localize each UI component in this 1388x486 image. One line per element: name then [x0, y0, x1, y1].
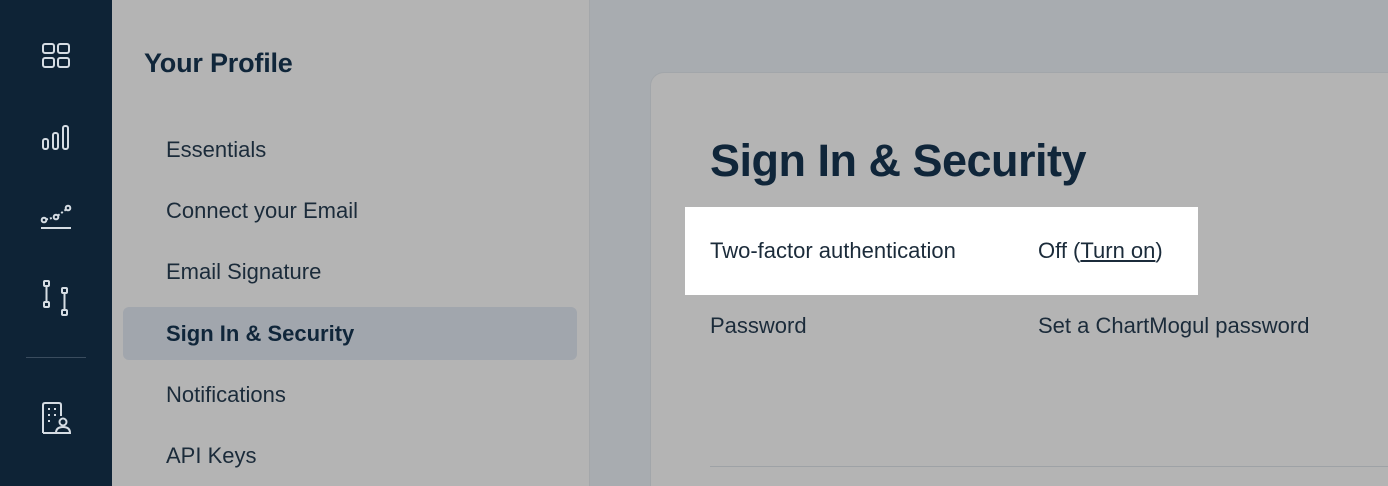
sidebar-item-api-keys[interactable]: API Keys: [123, 429, 577, 482]
two-factor-status-suffix: ): [1155, 238, 1163, 263]
icon-rail: [0, 0, 112, 486]
main-content: Sign In & Security Two-factor authentica…: [590, 0, 1388, 486]
profile-sidebar: Your Profile Essentials Connect your Ema…: [112, 0, 590, 486]
two-factor-label: Two-factor authentication: [710, 238, 956, 263]
dashboard-grid-icon[interactable]: [36, 36, 76, 76]
password-label: Password: [710, 313, 807, 338]
sidebar-item-notifications[interactable]: Notifications: [123, 368, 577, 421]
two-factor-status: Off (: [1038, 238, 1081, 263]
sidebar-title: Your Profile: [144, 48, 293, 78]
bar-chart-icon[interactable]: [36, 117, 76, 157]
line-trend-icon[interactable]: [36, 196, 76, 236]
sidebar-item-essentials[interactable]: Essentials: [123, 123, 577, 176]
set-password-link[interactable]: Set a ChartMogul password: [1038, 313, 1309, 339]
sidebar-item-email-signature[interactable]: Email Signature: [123, 245, 577, 298]
app-window: Your Profile Essentials Connect your Ema…: [0, 0, 1388, 486]
turn-on-2fa-link[interactable]: Turn on: [1080, 238, 1155, 263]
building-user-icon[interactable]: [36, 398, 76, 438]
pipeline-icon[interactable]: [36, 278, 76, 318]
card-divider: [710, 466, 1388, 467]
rail-divider: [26, 357, 86, 358]
page-title: Sign In & Security: [710, 135, 1087, 186]
two-factor-value: Off (Turn on): [1038, 238, 1163, 264]
security-card: Sign In & Security Two-factor authentica…: [650, 72, 1388, 486]
sidebar-item-sign-in-security[interactable]: Sign In & Security: [123, 307, 577, 360]
sidebar-item-connect-email[interactable]: Connect your Email: [123, 184, 577, 237]
